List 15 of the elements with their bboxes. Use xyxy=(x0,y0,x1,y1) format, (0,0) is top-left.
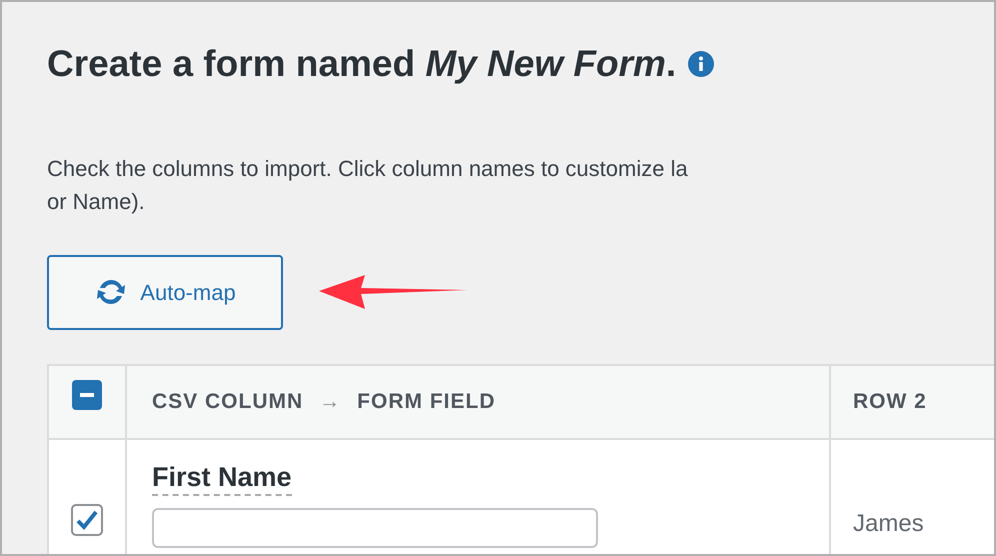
instruction-text: or Name). xyxy=(47,188,146,216)
page-heading: Create a form named My New Form. xyxy=(47,42,676,86)
instruction-text: Check the columns to import. Click column names to customize la xyxy=(47,154,689,183)
input-field[interactable] xyxy=(152,508,598,548)
row-checkbox[interactable] xyxy=(71,504,103,536)
select-all-checkbox[interactable] xyxy=(72,380,102,410)
info-icon[interactable] xyxy=(688,50,714,77)
arrow-text: → xyxy=(319,388,342,415)
automap-button[interactable]: Auto-map xyxy=(47,254,283,330)
column-header: CSV COLUMN xyxy=(152,388,304,415)
column-header: ROW 2 xyxy=(853,388,927,415)
column-header: FORM FIELD xyxy=(357,388,496,415)
table-cell: James xyxy=(853,510,924,536)
checkmark-icon xyxy=(76,510,98,530)
field-label[interactable]: First Name xyxy=(152,460,292,496)
